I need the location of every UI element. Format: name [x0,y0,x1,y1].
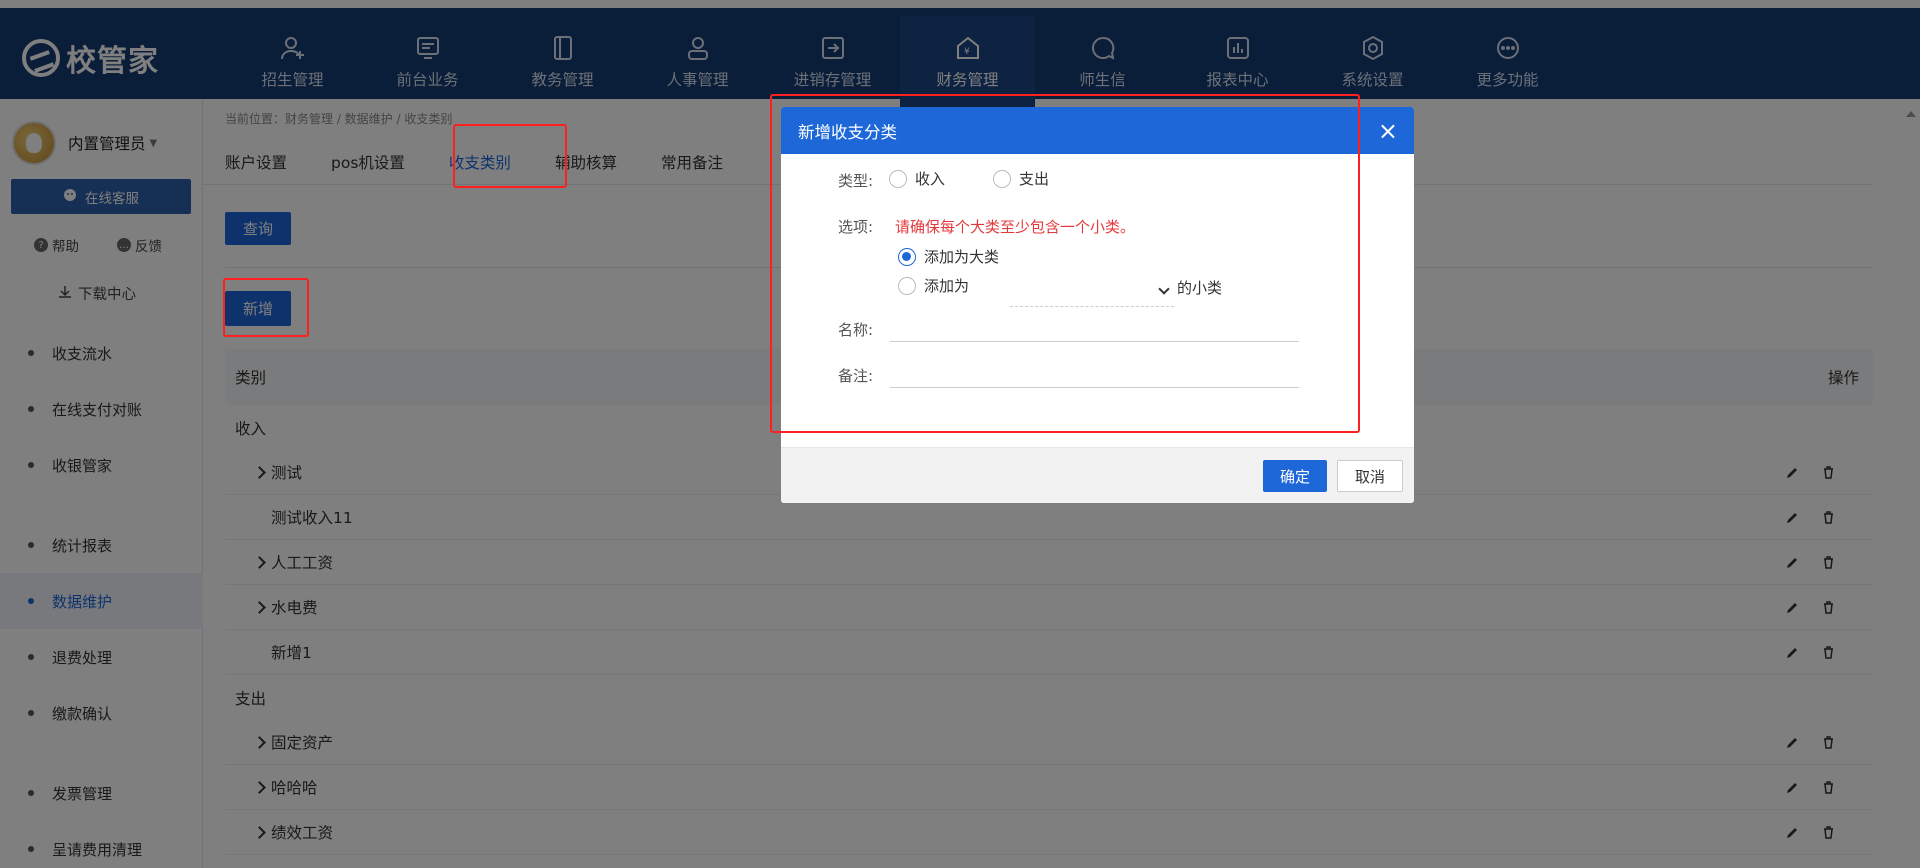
radio-checked-icon [898,247,916,266]
type-expense-radio[interactable]: 支出 [993,168,1049,189]
dialog-footer: 确定 取消 [781,447,1414,503]
radio-icon [898,276,916,295]
type-expense-label: 支出 [1019,170,1050,188]
note-label: 备注: [838,367,874,385]
dialog-body: 类型: 收入 支出 选项: 请确保每个大类至少包含一个小类。 添加为大类 添加为… [781,154,1414,454]
dialog-title: 新增收支分类 [798,122,897,142]
note-input[interactable] [890,360,1299,388]
radio-icon [993,169,1011,188]
warning-text: 请确保每个大类至少包含一个小类。 [895,218,1136,236]
name-input[interactable] [890,314,1299,342]
add-as-major-label: 添加为大类 [924,248,1000,266]
type-label: 类型: [838,172,874,190]
option-label: 选项: [838,218,874,236]
add-as-sub-radio[interactable]: 添加为 [898,275,969,296]
type-income-label: 收入 [915,170,946,188]
add-as-major-radio[interactable]: 添加为大类 [898,246,999,267]
parent-category-select[interactable] [1010,279,1174,307]
add-category-dialog: 新增收支分类 × 类型: 收入 支出 选项: 请确保每个大类至少包含一个小类。 … [781,107,1414,503]
add-as-label: 添加为 [924,277,970,295]
radio-icon [889,169,907,188]
type-income-radio[interactable]: 收入 [889,168,945,189]
name-label: 名称: [838,321,874,339]
chevron-down-icon [1158,283,1170,295]
close-icon[interactable]: × [1378,119,1398,143]
cancel-button[interactable]: 取消 [1337,460,1403,492]
confirm-button[interactable]: 确定 [1263,460,1327,492]
dialog-header: 新增收支分类 × [781,107,1414,154]
subcategory-suffix: 的小类 [1177,279,1223,297]
